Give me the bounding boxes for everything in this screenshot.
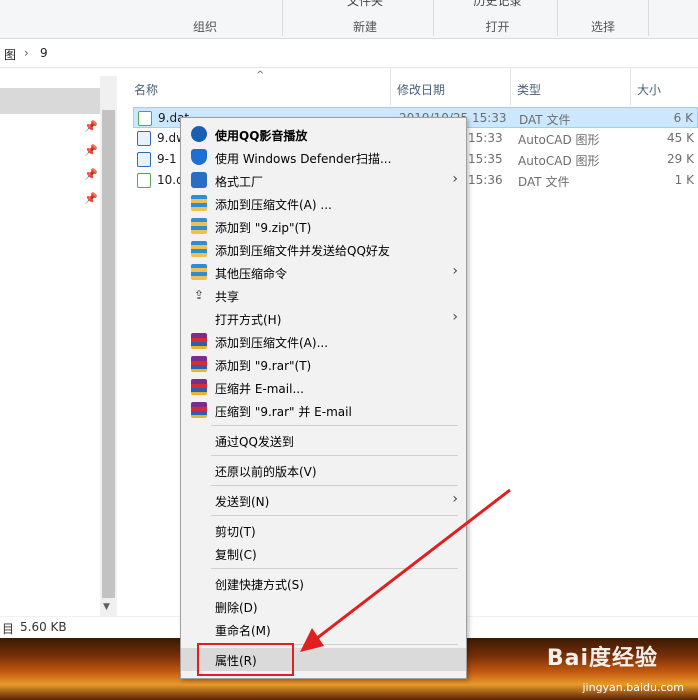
arrow-shaft [311, 488, 511, 644]
arrow-head-icon [300, 628, 324, 652]
annotation-arrow [300, 488, 511, 652]
